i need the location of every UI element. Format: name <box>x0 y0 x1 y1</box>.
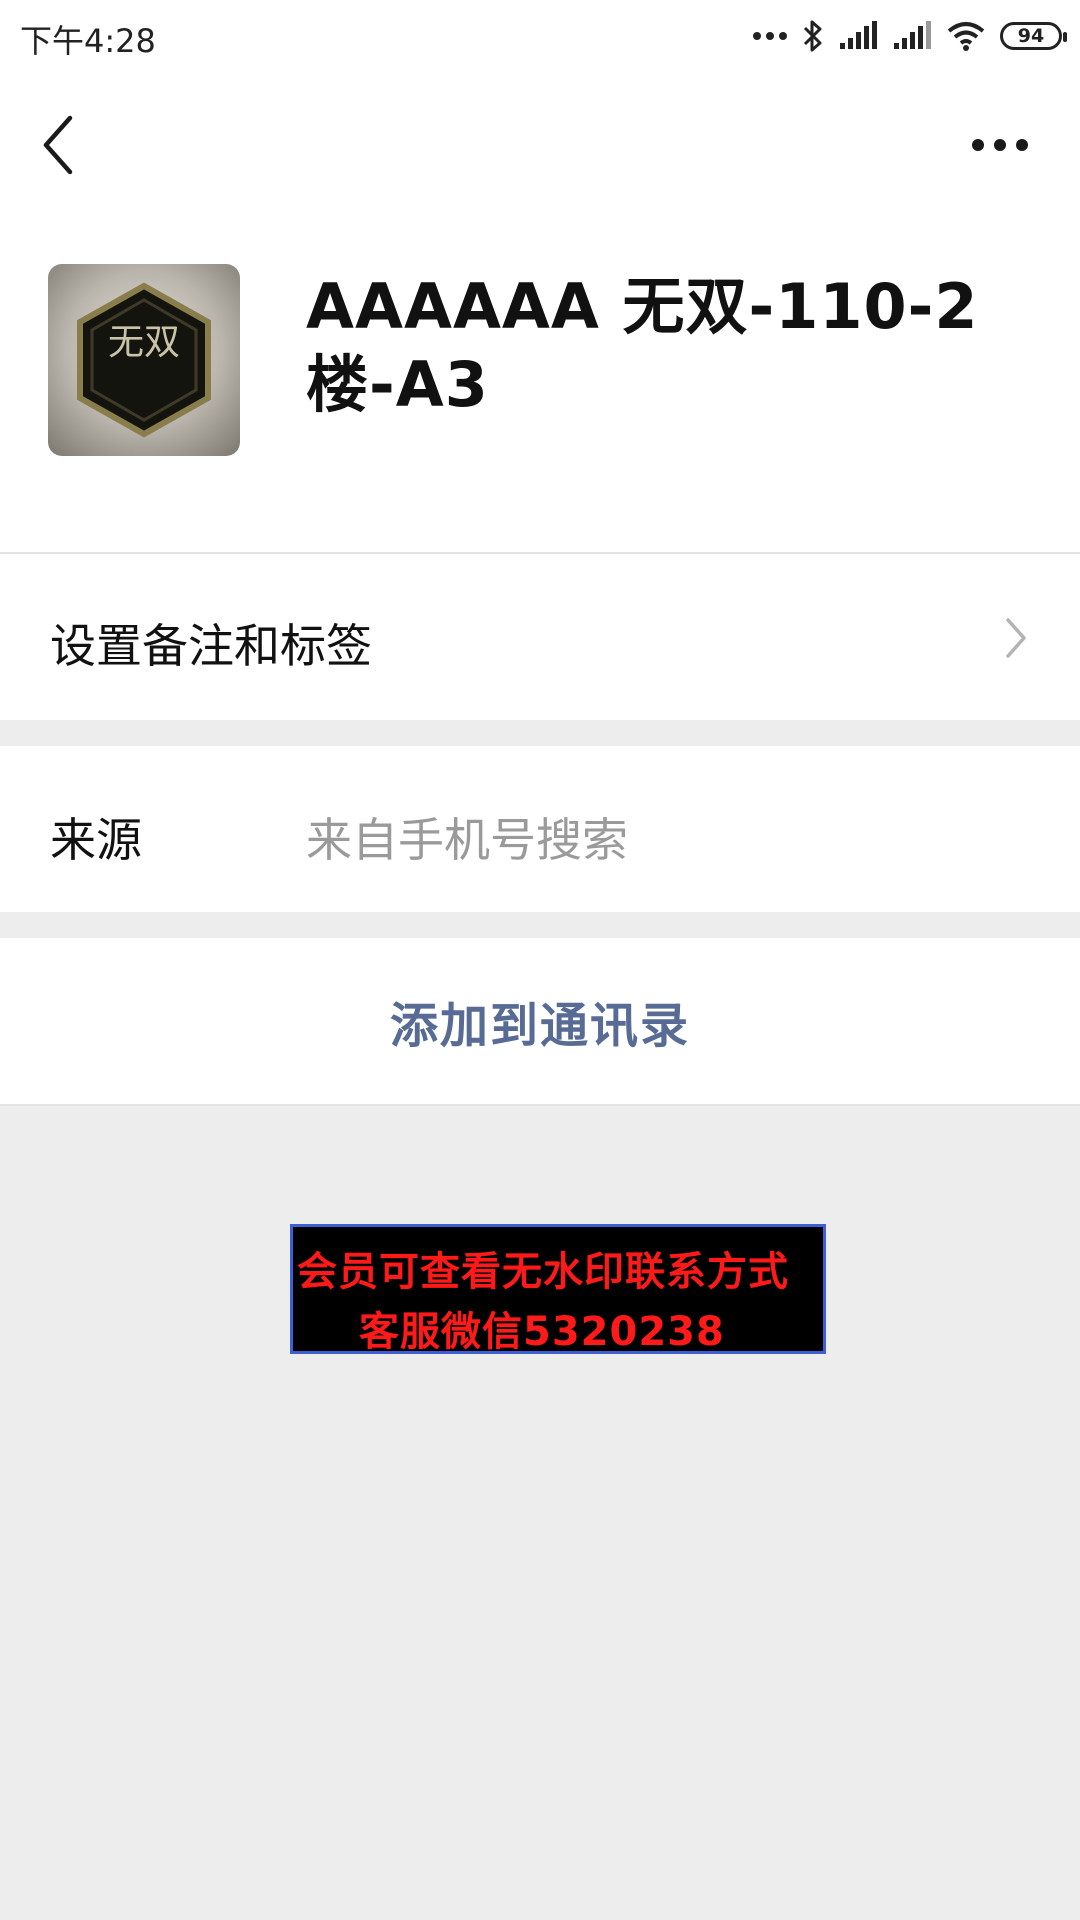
source-value: 来自手机号搜索 <box>306 813 628 867</box>
back-button[interactable] <box>36 112 86 178</box>
avatar[interactable]: 无双 <box>48 264 240 456</box>
chevron-right-icon <box>1006 618 1026 658</box>
watermark-banner: 会员可查看无水印联系方式 客服微信5320238 <box>290 1224 826 1355</box>
chevron-left-icon <box>43 115 73 175</box>
watermark-line-2: 客服微信5320238 <box>359 1309 725 1355</box>
add-to-contacts-cell: 添加到通讯录 <box>0 938 1080 1104</box>
signal-icon <box>840 21 877 49</box>
signal-icon <box>894 21 931 49</box>
divider <box>0 1104 1080 1106</box>
bluetooth-icon <box>803 20 822 52</box>
more-button[interactable] <box>970 132 1030 158</box>
remark-and-tags-label: 设置备注和标签 <box>50 619 372 673</box>
wifi-icon <box>947 22 985 51</box>
nav-bar <box>0 72 1080 216</box>
battery-icon: 94 <box>1000 22 1067 50</box>
more-horizontal-icon <box>972 139 1028 151</box>
add-to-contacts-button[interactable]: 添加到通讯录 <box>0 938 1080 1104</box>
avatar-text: 无双 <box>108 322 180 363</box>
status-bar: 下午4:28 94 <box>0 0 1080 72</box>
status-time: 下午4:28 <box>20 22 156 60</box>
contact-name: AAAAAA 无双-110-2 楼-A3 <box>306 270 979 421</box>
avatar-image: 无双 <box>77 282 211 438</box>
source-label: 来源 <box>50 813 142 867</box>
source-cell: 来源 来自手机号搜索 <box>0 746 1080 912</box>
status-icons: 94 <box>752 14 1067 58</box>
profile-header: 无双 AAAAAA 无双-110-2 楼-A3 <box>0 216 1080 552</box>
battery-level: 94 <box>1017 25 1045 47</box>
watermark-line-1: 会员可查看无水印联系方式 <box>297 1249 789 1295</box>
more-dots-icon <box>753 32 787 40</box>
remark-and-tags-cell[interactable]: 设置备注和标签 <box>0 554 1080 720</box>
